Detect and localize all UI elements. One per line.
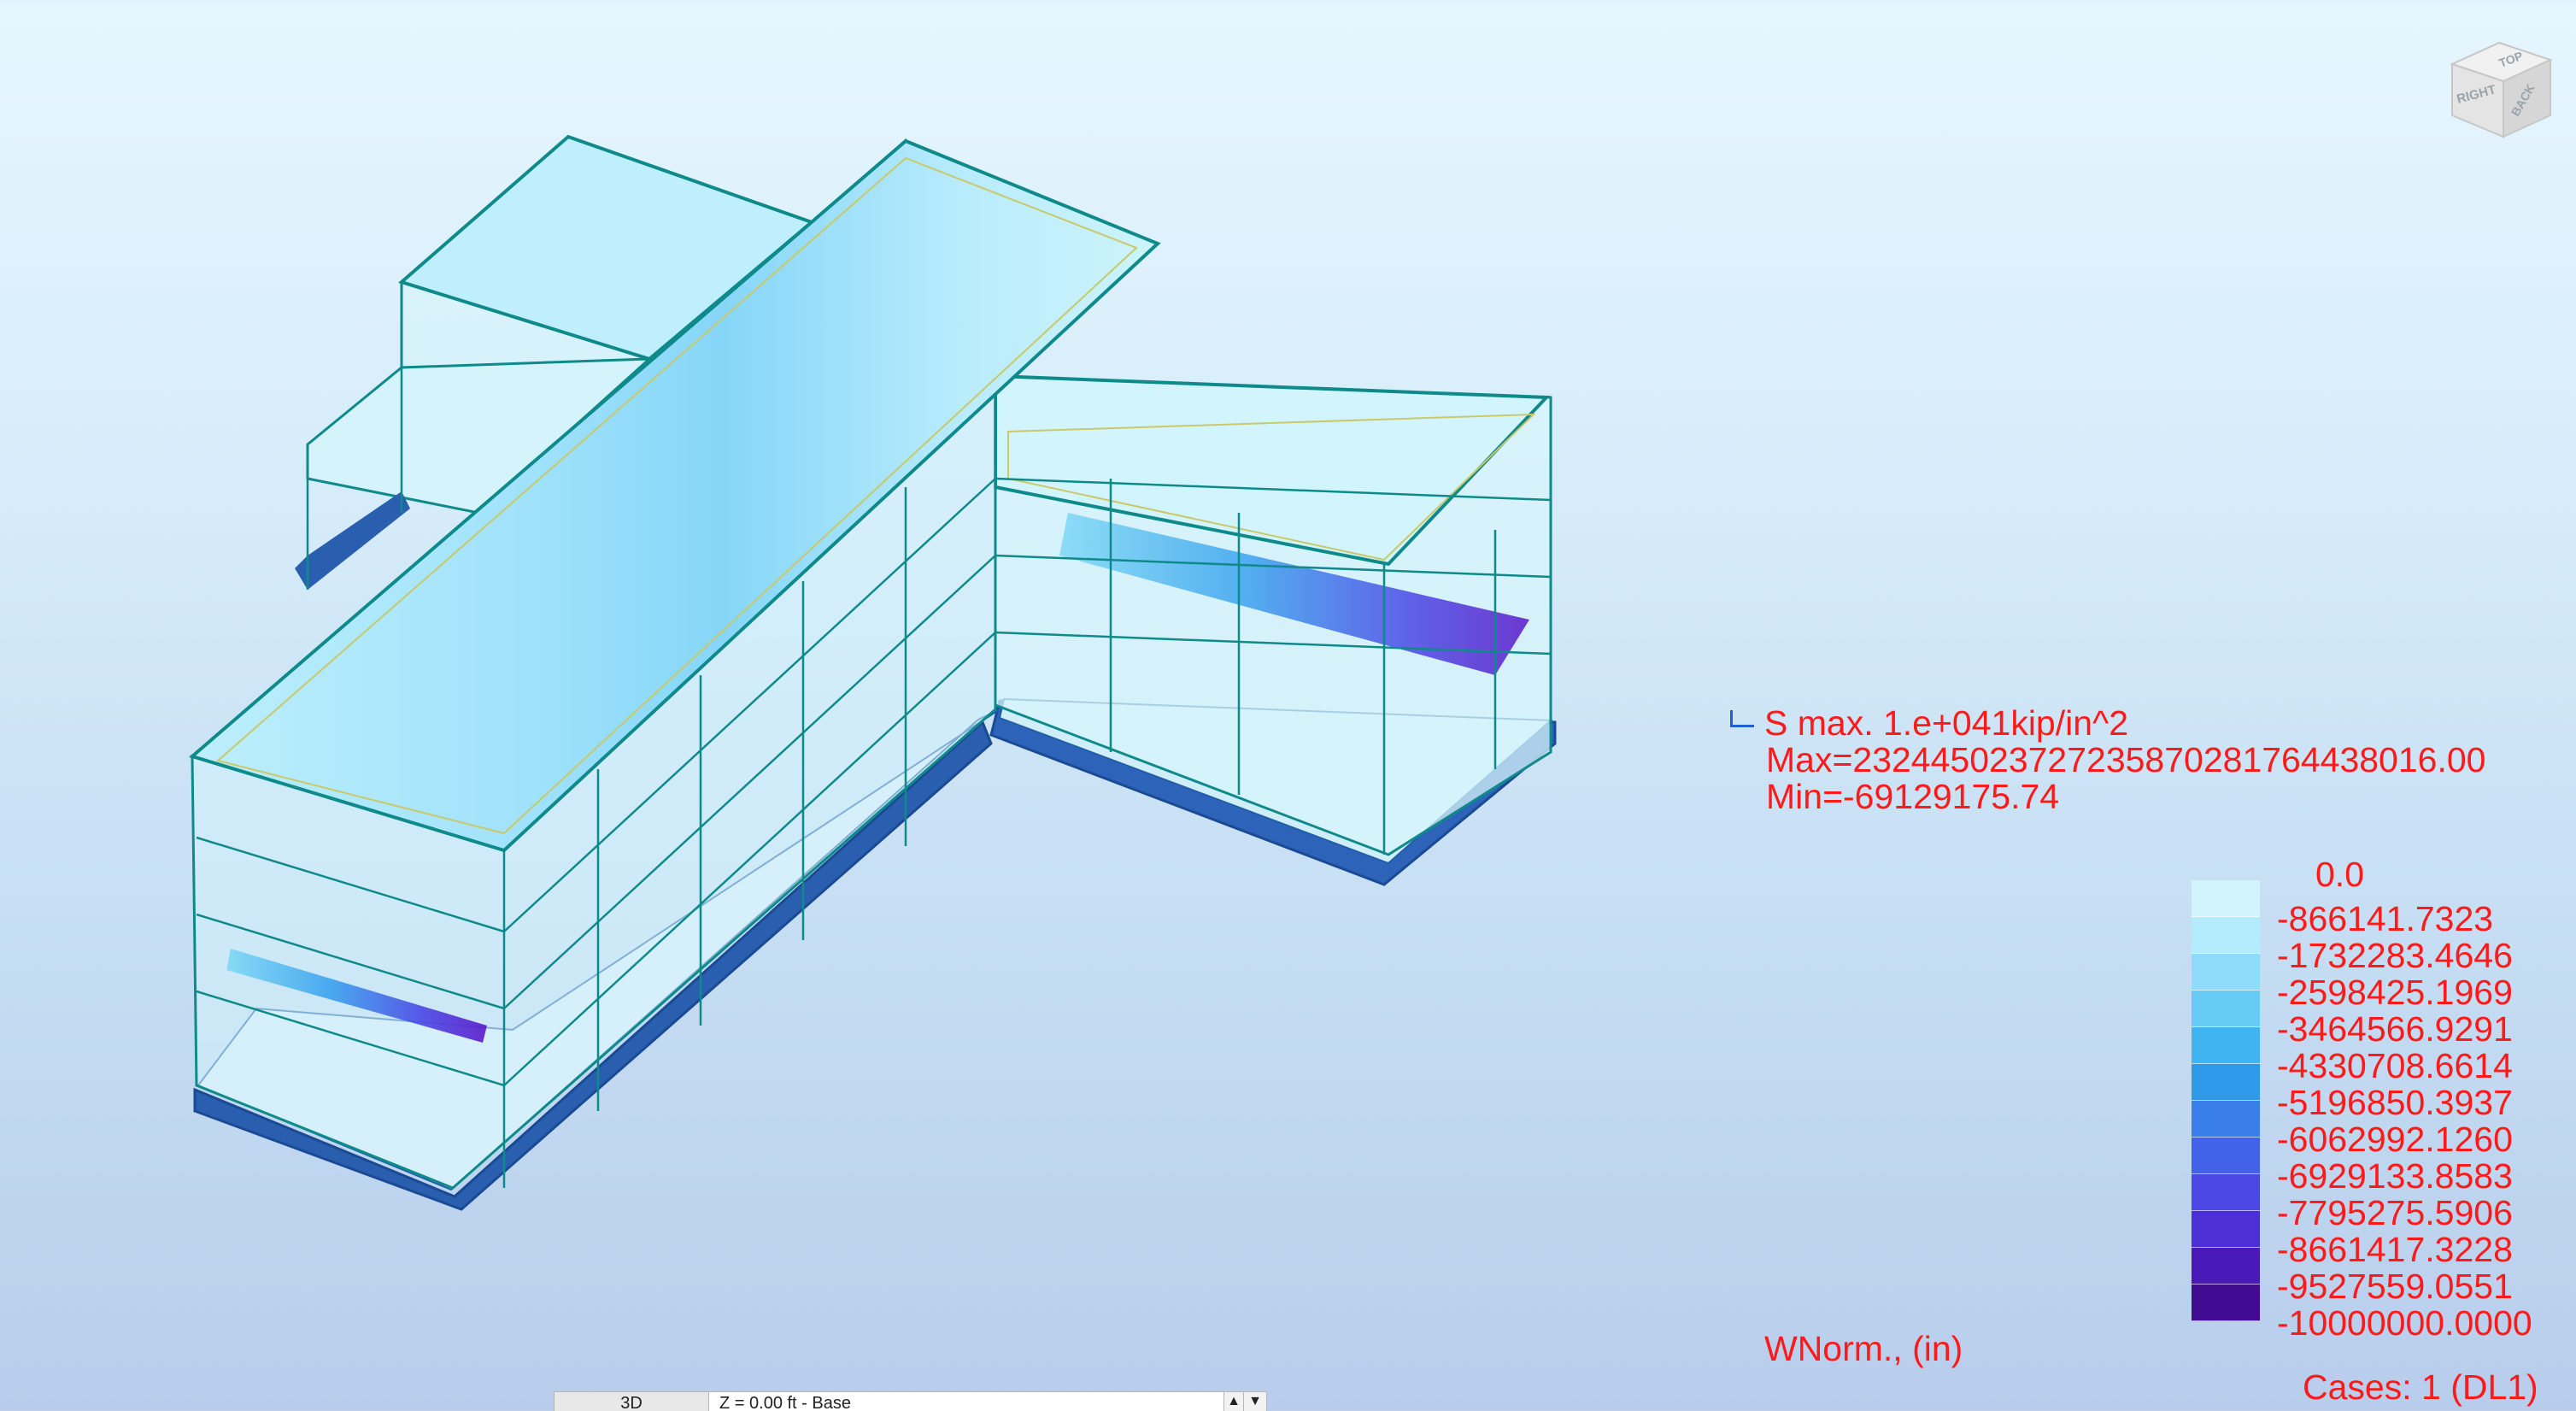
result-max: Max=232445023727235870281764438016.00 — [1766, 740, 2486, 779]
quantity-label: WNorm., (in) — [1764, 1329, 1963, 1368]
right-wing-structure — [994, 373, 1552, 856]
legend-color-swatch — [2192, 954, 2260, 991]
legend-value: -10000000.0000 — [2277, 1303, 2532, 1343]
legend-color-swatch — [2192, 991, 2260, 1027]
legend-row: -2598425.1969 — [2192, 954, 2567, 1011]
result-info-panel: S max. 1.e+041kip/in^2 Max=2324450237272… — [1730, 705, 2485, 815]
cases-label: Cases: 1 (DL1) — [2303, 1367, 2538, 1407]
result-title: S max. 1.e+041kip/in^2 — [1764, 703, 2129, 743]
legend-color-swatch — [2192, 1285, 2260, 1321]
legend-color-swatch — [2192, 917, 2260, 954]
result-min: Min=-69129175.74 — [1766, 777, 2060, 816]
legend-color-swatch — [2192, 1211, 2260, 1248]
3d-model-viewport[interactable]: TOP RIGHT BACK S max. 1.e+041kip/in^2 Ma… — [0, 0, 2576, 1411]
legend-row: -3464566.9291 — [2192, 991, 2567, 1048]
legend-color-swatch — [2192, 1064, 2260, 1101]
legend-row: -5196850.3937 — [2192, 1064, 2567, 1121]
view-selector[interactable]: 3D — [555, 1392, 709, 1411]
legend-row: -6062992.1260 — [2192, 1101, 2567, 1158]
legend-color-swatch — [2192, 1138, 2260, 1174]
legend-color-swatch — [2192, 1248, 2260, 1285]
legend-color-swatch — [2192, 1027, 2260, 1064]
level-spin-up-icon[interactable]: ▲ — [1224, 1392, 1244, 1411]
legend-row: -7795275.5906 — [2192, 1174, 2567, 1232]
level-dropdown-icon[interactable]: ▼ — [1244, 1392, 1266, 1411]
legend-row: -4330708.6614 — [2192, 1027, 2567, 1085]
result-bracket-icon — [1730, 709, 1754, 727]
legend-row: -6929133.8583 — [2192, 1138, 2567, 1195]
legend-color-swatch — [2192, 880, 2260, 917]
view-level-toolbar: 3D Z = 0.00 ft - Base ▲ ▼ — [554, 1391, 1267, 1411]
legend-color-swatch — [2192, 1101, 2260, 1138]
legend-row: -1732283.4646 — [2192, 917, 2567, 974]
legend-row: -866141.7323 — [2192, 880, 2567, 938]
legend-row: -8661417.3228 — [2192, 1211, 2567, 1268]
view-cube[interactable]: TOP RIGHT BACK — [2439, 38, 2559, 141]
legend-row: -10000000.0000 — [2192, 1285, 2567, 1342]
legend-row: -9527559.0551 — [2192, 1248, 2567, 1305]
legend-color-swatch — [2192, 1174, 2260, 1211]
level-selector[interactable]: Z = 0.00 ft - Base — [709, 1392, 1224, 1411]
